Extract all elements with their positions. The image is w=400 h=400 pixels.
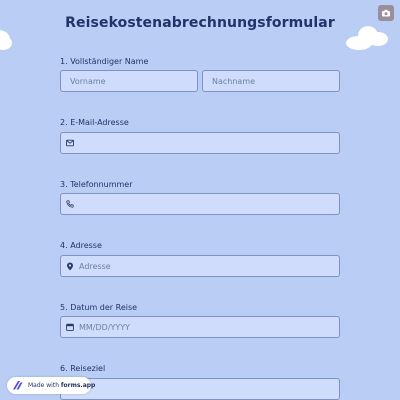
question-number: 3. <box>60 180 68 189</box>
envelope-icon <box>66 139 74 147</box>
travel-date-placeholder: MM/DD/YYYY <box>79 323 131 332</box>
badge-brand: forms.app <box>60 382 96 389</box>
question-number: 2. <box>60 118 68 127</box>
question-text: Adresse <box>70 241 102 250</box>
question-text: Telefonnummer <box>70 180 133 189</box>
question-text: Reiseziel <box>70 364 106 373</box>
question-text: Datum der Reise <box>70 303 138 312</box>
question-label-address: 4. Adresse <box>60 241 102 250</box>
made-with-forms-app-badge[interactable]: Made with forms.app <box>7 377 95 394</box>
question-number: 1. <box>60 57 68 66</box>
question-text: Vollständiger Name <box>70 57 149 66</box>
question-number: 5. <box>60 303 68 312</box>
question-label-email: 2. E-Mail-Adresse <box>60 118 129 127</box>
first-name-placeholder: Vorname <box>70 77 106 86</box>
forms-app-logo-icon <box>13 381 23 390</box>
question-text: E-Mail-Adresse <box>70 118 129 127</box>
question-label-destination: 6. Reiseziel <box>60 364 105 373</box>
phone-icon <box>66 200 74 208</box>
address-placeholder: Adresse <box>79 262 111 271</box>
email-input[interactable] <box>60 132 340 154</box>
phone-input[interactable] <box>60 193 340 215</box>
last-name-placeholder: Nachname <box>212 77 256 86</box>
address-input[interactable]: Adresse <box>60 255 340 277</box>
cloud-decoration-right-part <box>368 32 388 46</box>
form-title: Reisekostenabrechnungsformular <box>65 15 335 31</box>
badge-prefix: Made with <box>28 382 61 389</box>
destination-input[interactable] <box>60 378 340 400</box>
badge-text: Made with forms.app <box>28 382 95 389</box>
first-name-input[interactable]: Vorname <box>60 70 198 92</box>
question-label-travel-date: 5. Datum der Reise <box>60 303 137 312</box>
question-label-phone: 3. Telefonnummer <box>60 180 133 189</box>
question-label-full-name: 1. Vollständiger Name <box>60 57 148 66</box>
travel-date-input[interactable]: MM/DD/YYYY <box>60 316 340 338</box>
calendar-icon <box>66 323 74 331</box>
question-number: 4. <box>60 241 68 250</box>
cloud-decoration-left-part <box>0 36 12 50</box>
location-pin-icon <box>67 262 73 271</box>
last-name-input[interactable]: Nachname <box>202 70 340 92</box>
question-number: 6. <box>60 364 68 373</box>
